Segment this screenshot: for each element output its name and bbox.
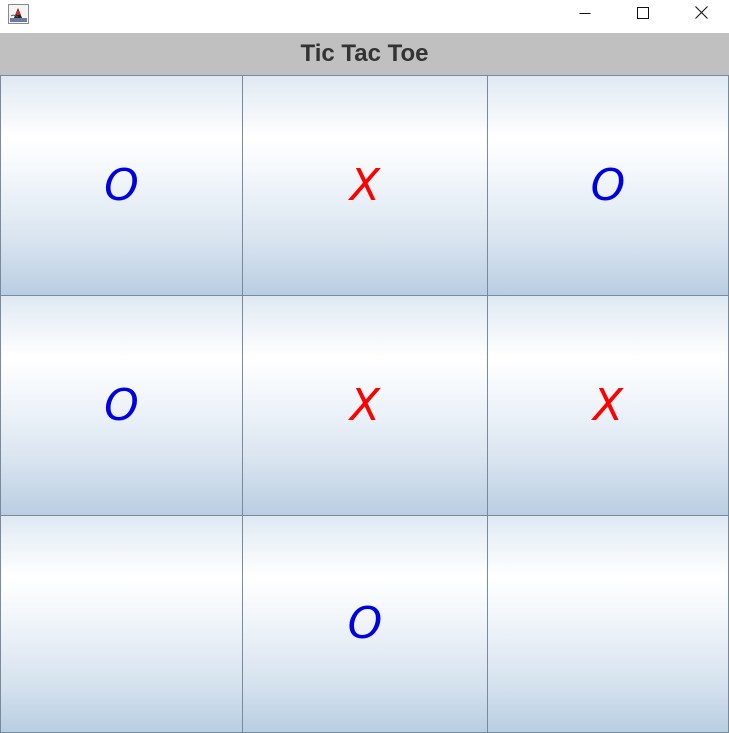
o-mark: O — [590, 159, 626, 211]
x-mark: X — [349, 379, 381, 431]
board-cell-4[interactable]: O — [0, 295, 243, 516]
close-button[interactable] — [672, 0, 729, 29]
game-header: Tic Tac Toe — [0, 33, 729, 75]
board-cell-9[interactable] — [487, 515, 729, 733]
board-cell-3[interactable]: O — [487, 75, 729, 296]
x-mark: X — [349, 159, 381, 211]
game-title: Tic Tac Toe — [300, 40, 429, 67]
board-cell-7[interactable] — [0, 515, 243, 733]
maximize-icon — [637, 6, 649, 24]
minimize-button[interactable] — [556, 0, 614, 29]
o-mark: O — [347, 598, 383, 649]
board-cell-8[interactable]: O — [242, 515, 488, 733]
game-window: Tic Tac Toe O X O O X X O — [0, 0, 729, 733]
maximize-button[interactable] — [614, 0, 672, 29]
board-cell-6[interactable]: X — [487, 295, 729, 516]
x-mark: X — [592, 379, 624, 431]
o-mark: O — [104, 379, 139, 431]
game-board: O X O O X X O — [0, 75, 729, 733]
close-icon — [694, 5, 708, 24]
board-cell-5[interactable]: X — [242, 295, 488, 516]
board-cell-2[interactable]: X — [242, 75, 488, 296]
board-cell-1[interactable]: O — [0, 75, 243, 296]
window-titlebar[interactable] — [0, 0, 729, 33]
minimize-icon — [579, 6, 591, 24]
o-mark: O — [104, 159, 139, 211]
java-duke-icon[interactable] — [8, 4, 29, 24]
